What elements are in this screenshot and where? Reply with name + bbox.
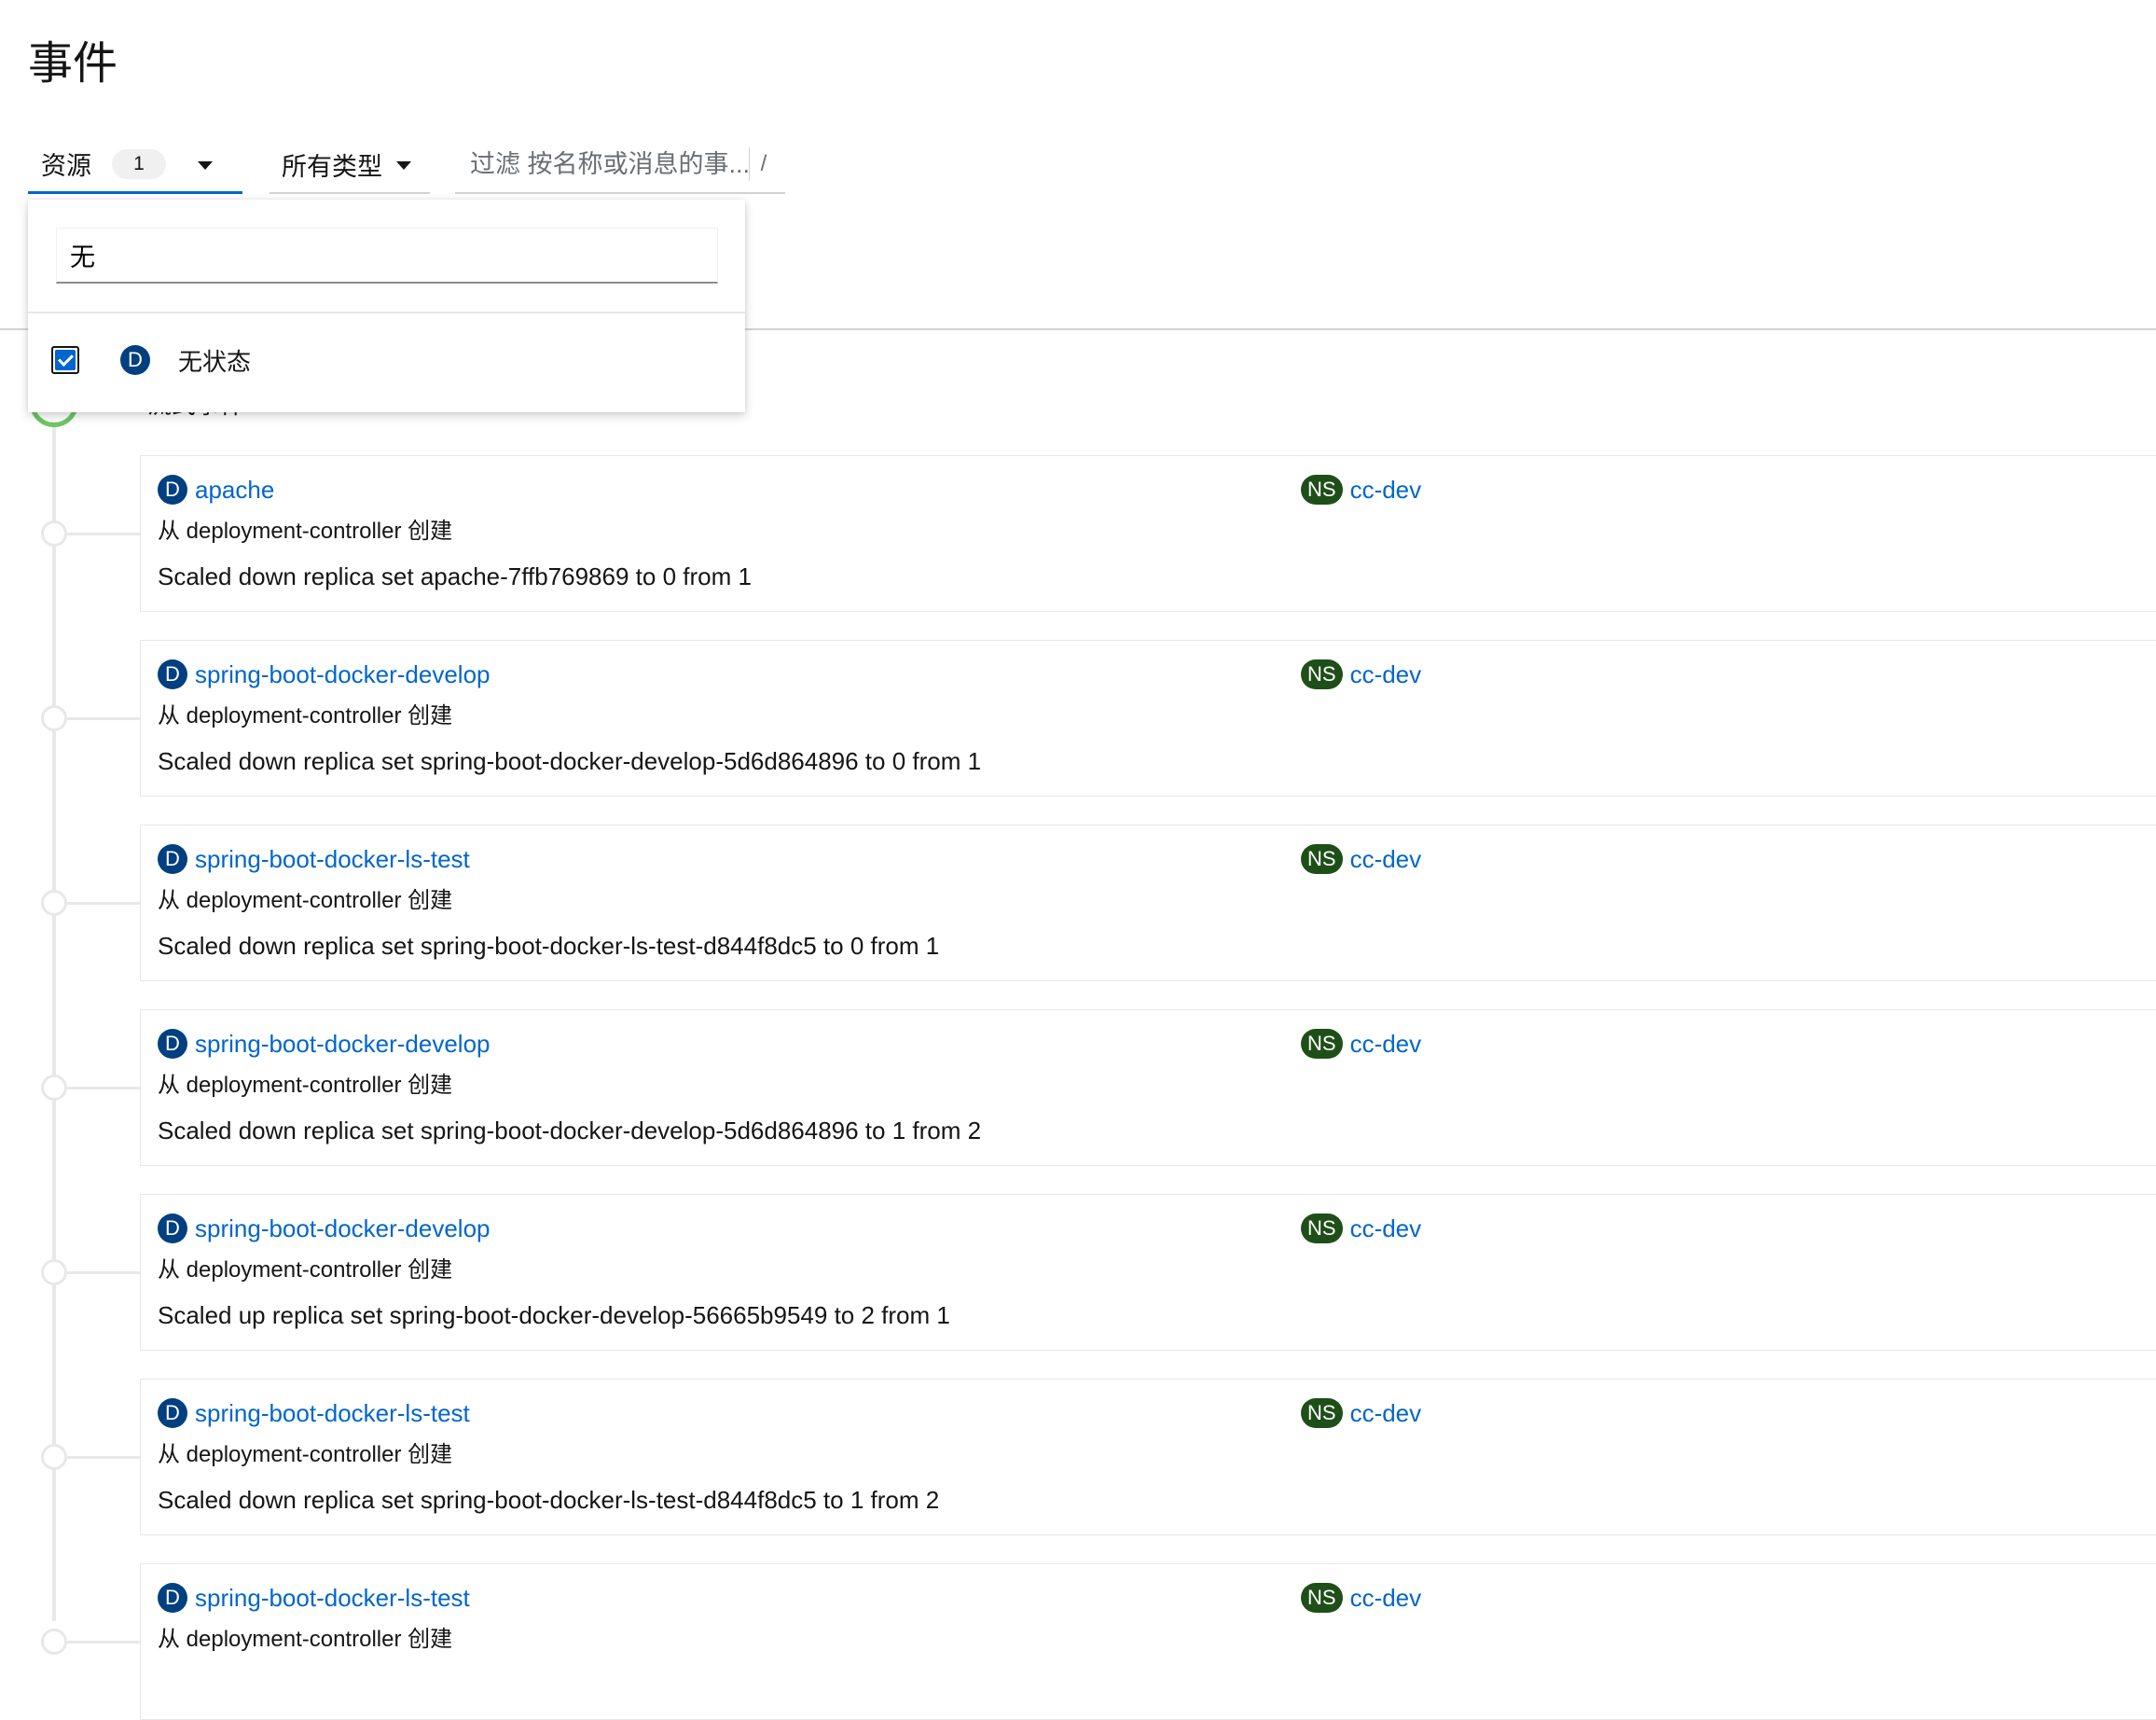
page-title: 事件 xyxy=(28,39,118,89)
namespace-icon: NS xyxy=(1301,1398,1343,1428)
deployment-icon: D xyxy=(158,475,187,505)
namespace-link[interactable]: cc-dev xyxy=(1350,845,1422,874)
event-resource: Dspring-boot-docker-ls-test xyxy=(158,1398,470,1428)
timeline-connector xyxy=(67,1456,140,1459)
event-item: Dapache 从 deployment-controller 创建 Scaled … xyxy=(140,455,2156,612)
namespace-icon: NS xyxy=(1301,1583,1343,1613)
deployment-icon: D xyxy=(158,1029,187,1059)
resource-link[interactable]: spring-boot-docker-develop xyxy=(195,1214,491,1243)
event-message: Scaled down replica set spring-boot-dock… xyxy=(158,932,940,960)
event-resource: Dspring-boot-docker-ls-test xyxy=(158,1583,470,1613)
resource-filter-dropdown[interactable]: 资源 1 xyxy=(28,136,242,194)
resource-link[interactable]: apache xyxy=(195,476,274,505)
namespace-link[interactable]: cc-dev xyxy=(1350,1030,1422,1059)
filter-input[interactable] xyxy=(468,148,752,180)
option-checkbox[interactable] xyxy=(51,346,79,374)
resource-link[interactable]: spring-boot-docker-ls-test xyxy=(195,845,470,874)
namespace-link[interactable]: cc-dev xyxy=(1350,660,1422,689)
checkmark-icon xyxy=(55,350,76,370)
event-source: 从 deployment-controller 创建 xyxy=(158,1627,453,1652)
event-namespace: NS cc-dev xyxy=(1301,1398,1421,1428)
resource-link[interactable]: spring-boot-docker-develop xyxy=(195,660,491,689)
type-filter-label: 所有类型 xyxy=(282,152,382,181)
event-namespace: NS cc-dev xyxy=(1301,1583,1421,1613)
namespace-link[interactable]: cc-dev xyxy=(1350,1584,1422,1613)
event-resource: Dspring-boot-docker-develop xyxy=(158,659,491,689)
caret-down-icon xyxy=(396,161,411,170)
namespace-link[interactable]: cc-dev xyxy=(1350,1399,1422,1428)
deployment-icon: D xyxy=(158,659,187,689)
namespace-icon: NS xyxy=(1301,1029,1343,1059)
filter-box: / xyxy=(455,136,785,194)
deployment-icon: D xyxy=(158,1583,187,1613)
event-message: Scaled down replica set apache-7ffb76986… xyxy=(158,562,752,590)
menu-divider xyxy=(28,312,745,313)
resource-link[interactable]: spring-boot-docker-ls-test xyxy=(195,1399,470,1428)
option-label: 无状态 xyxy=(178,347,252,376)
timeline-dot xyxy=(41,1444,67,1470)
event-source: 从 deployment-controller 创建 xyxy=(158,1257,453,1283)
resource-link[interactable]: spring-boot-docker-develop xyxy=(195,1030,491,1059)
deployment-icon: D xyxy=(158,1398,187,1428)
event-source: 从 deployment-controller 创建 xyxy=(158,888,453,913)
resource-search-input[interactable] xyxy=(56,228,718,284)
resource-filter-label: 资源 xyxy=(41,152,91,180)
event-item: Dspring-boot-docker-ls-test 从 deployment-… xyxy=(140,1379,2156,1535)
event-resource: Dapache xyxy=(158,475,274,505)
event-item: Dspring-boot-docker-develop 从 deployment-… xyxy=(140,640,2156,797)
timeline-dot xyxy=(41,520,67,547)
namespace-icon: NS xyxy=(1301,1214,1343,1243)
timeline-connector xyxy=(67,902,140,905)
namespace-icon: NS xyxy=(1301,475,1343,505)
event-namespace: NS cc-dev xyxy=(1301,659,1421,689)
deployment-icon: D xyxy=(158,844,187,874)
event-source: 从 deployment-controller 创建 xyxy=(158,519,453,544)
event-namespace: NS cc-dev xyxy=(1301,475,1421,505)
event-source: 从 deployment-controller 创建 xyxy=(158,1442,453,1467)
event-resource: Dspring-boot-docker-develop xyxy=(158,1029,491,1059)
timeline-dot xyxy=(41,1629,67,1655)
caret-down-icon xyxy=(198,161,213,170)
event-message: Scaled up replica set spring-boot-docker… xyxy=(158,1301,950,1329)
event-resource: Dspring-boot-docker-ls-test xyxy=(158,844,470,874)
event-message: Scaled down replica set spring-boot-dock… xyxy=(158,1117,982,1144)
event-item: Dspring-boot-docker-ls-test 从 deployment-… xyxy=(140,825,2156,981)
resource-link[interactable]: spring-boot-docker-ls-test xyxy=(195,1584,470,1613)
type-filter-dropdown[interactable]: 所有类型 xyxy=(270,136,430,194)
keyboard-shortcut-hint: / xyxy=(749,147,778,181)
event-item: Dspring-boot-docker-ls-test 从 deployment-… xyxy=(140,1563,2156,1720)
timeline-dot xyxy=(41,1259,67,1285)
timeline-connector xyxy=(67,1641,140,1644)
resource-option-stateless[interactable]: D 无状态 xyxy=(50,330,251,390)
deployment-icon: D xyxy=(158,1214,187,1243)
namespace-icon: NS xyxy=(1301,659,1343,689)
timeline-connector xyxy=(67,533,140,535)
event-message: Scaled down replica set spring-boot-dock… xyxy=(158,1486,940,1514)
timeline-line xyxy=(52,410,56,1621)
event-namespace: NS cc-dev xyxy=(1301,1029,1421,1059)
namespace-link[interactable]: cc-dev xyxy=(1350,476,1422,505)
event-item: Dspring-boot-docker-develop 从 deployment-… xyxy=(140,1194,2156,1351)
timeline-dot xyxy=(41,705,67,731)
event-item: Dspring-boot-docker-develop 从 deployment-… xyxy=(140,1009,2156,1166)
timeline-connector xyxy=(67,1087,140,1089)
event-resource: Dspring-boot-docker-develop xyxy=(158,1214,491,1243)
deployment-icon: D xyxy=(120,345,150,375)
event-source: 从 deployment-controller 创建 xyxy=(158,703,453,728)
resource-count-badge: 1 xyxy=(112,148,166,179)
event-source: 从 deployment-controller 创建 xyxy=(158,1073,453,1098)
timeline-connector xyxy=(67,717,140,720)
event-namespace: NS cc-dev xyxy=(1301,844,1421,874)
timeline-connector xyxy=(67,1271,140,1274)
namespace-link[interactable]: cc-dev xyxy=(1350,1214,1422,1243)
resource-filter-menu: D 无状态 xyxy=(28,200,745,412)
timeline-dot xyxy=(41,1075,67,1101)
event-namespace: NS cc-dev xyxy=(1301,1214,1421,1243)
event-message: Scaled down replica set spring-boot-dock… xyxy=(158,747,982,775)
namespace-icon: NS xyxy=(1301,844,1343,874)
timeline-dot xyxy=(41,890,67,916)
